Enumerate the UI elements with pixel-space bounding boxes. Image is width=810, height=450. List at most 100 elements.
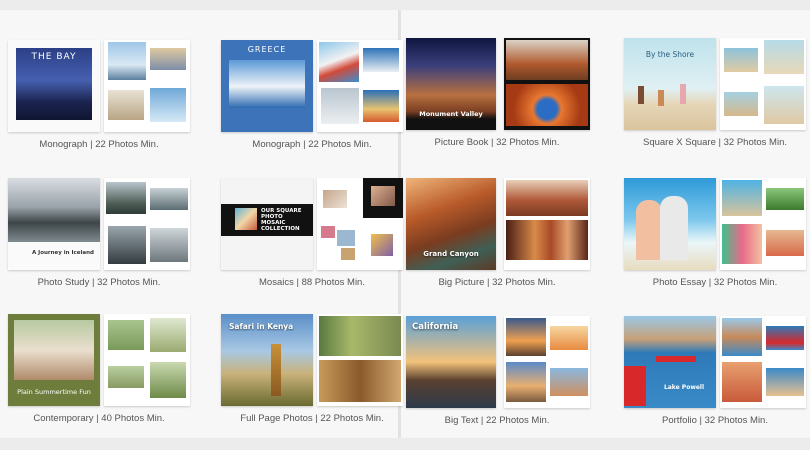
spread-photo <box>371 186 395 206</box>
book-preview[interactable] <box>624 178 806 270</box>
spread-photo <box>506 40 588 80</box>
cover-photo-giraffe <box>271 344 281 396</box>
book-spread <box>104 40 190 132</box>
book-spread <box>104 314 190 406</box>
book-cover: Plain Summertime Fun <box>8 314 100 406</box>
book-preview[interactable]: Grand Canyon <box>406 178 590 270</box>
book-cover: California <box>406 316 496 408</box>
book-preview[interactable]: Safari in Kenya <box>221 314 403 406</box>
spread-photo <box>341 248 355 260</box>
cover-photo-kayak <box>656 356 696 362</box>
spread-photo <box>724 48 758 72</box>
book-cover: OUR SQUARE PHOTO MOSAIC COLLECTION <box>221 178 313 270</box>
spread-photo <box>319 316 401 356</box>
book-spread <box>317 314 403 406</box>
spread-photo <box>106 182 146 214</box>
spread-photo <box>550 368 588 396</box>
spread-photo <box>506 220 588 260</box>
book-preview[interactable]: OUR SQUARE PHOTO MOSAIC COLLECTION <box>221 178 403 270</box>
spread-photo <box>108 226 146 264</box>
cover-title: Monument Valley <box>419 110 483 118</box>
book-preview[interactable]: A Journey in Iceland <box>8 178 190 270</box>
spread-photo <box>506 84 588 126</box>
spread-photo <box>766 188 804 210</box>
theme-tile-picture-book[interactable]: Monument Valley Picture Book | 32 Photos… <box>406 38 596 168</box>
cover-title: California <box>412 322 459 332</box>
cover-photo-person <box>658 90 664 106</box>
spread-photo <box>550 326 588 350</box>
cover-title: Safari in Kenya <box>229 322 294 331</box>
book-preview[interactable]: By the Shore <box>624 38 806 130</box>
theme-caption: Picture Book | 32 Photos Min. <box>434 137 560 148</box>
theme-tile-monograph-greece[interactable]: GREECE Monograph | 22 Photos Min. <box>221 40 411 170</box>
book-preview[interactable]: California <box>406 316 590 408</box>
book-preview[interactable]: Lake Powell <box>624 316 806 408</box>
theme-tile-photo-study[interactable]: A Journey in Iceland Photo Study | 32 Ph… <box>8 178 198 308</box>
spread-photo <box>150 362 186 398</box>
theme-tile-big-text[interactable]: California Big Text | 22 Photos Min. <box>406 316 596 446</box>
cover-photo-iceland <box>8 178 100 242</box>
theme-caption: Photo Essay | 32 Photos Min. <box>652 277 778 288</box>
spread-photo <box>764 40 804 74</box>
book-cover <box>624 178 716 270</box>
spread-photo <box>722 318 762 356</box>
spread-photo <box>108 90 144 120</box>
book-cover: Lake Powell <box>624 316 716 408</box>
spread-photo <box>506 318 546 356</box>
spread-photo <box>363 48 399 72</box>
book-cover: GREECE <box>221 40 313 132</box>
book-preview[interactable]: GREECE <box>221 40 403 132</box>
cover-photo-mosaic <box>235 208 257 230</box>
theme-caption: Big Text | 22 Photos Min. <box>444 415 550 426</box>
spread-photo <box>722 362 762 402</box>
spread-photo <box>150 88 186 122</box>
book-spread <box>504 178 590 270</box>
spread-photo <box>150 48 186 70</box>
cover-photo-person <box>660 196 688 260</box>
theme-caption: Monograph | 22 Photos Min. <box>252 139 372 150</box>
book-spread <box>317 40 403 132</box>
cover-title: Lake Powell <box>663 384 705 391</box>
spread-photo <box>766 326 804 350</box>
book-cover: Monument Valley <box>406 38 496 130</box>
spread-photo <box>108 320 144 350</box>
cover-photo-santorini <box>229 60 305 108</box>
book-spread <box>104 178 190 270</box>
spread-photo <box>766 368 804 396</box>
cover-title: GREECE <box>247 45 287 54</box>
spread-photo <box>764 86 804 124</box>
spread-photo <box>321 88 359 124</box>
cover-title: Grand Canyon <box>423 250 479 258</box>
book-cover: Safari in Kenya <box>221 314 313 406</box>
theme-tile-full-page-photos[interactable]: Safari in Kenya Full Page Photos | 22 Ph… <box>221 314 411 444</box>
theme-tile-big-picture[interactable]: Grand Canyon Big Picture | 32 Photos Min… <box>406 178 596 308</box>
cover-photo-person <box>680 84 686 104</box>
spread-photo <box>319 42 359 82</box>
book-cover: THE BAY <box>8 40 100 132</box>
book-preview[interactable]: Plain Summertime Fun <box>8 314 190 406</box>
cover-title: THE BAY <box>31 52 77 62</box>
theme-tile-photo-essay[interactable]: Photo Essay | 32 Photos Min. <box>624 178 810 308</box>
theme-tile-monograph[interactable]: THE BAY Monograph | 22 Photos Min. <box>8 40 198 170</box>
cover-photo-family <box>14 320 94 380</box>
theme-tile-portfolio[interactable]: Lake Powell Portfolio | 32 Photos Min. <box>624 316 810 446</box>
spread-photo <box>108 366 144 388</box>
spread-photo <box>766 230 804 256</box>
theme-caption: Square X Square | 32 Photos Min. <box>643 137 787 148</box>
book-preview[interactable]: THE BAY <box>8 40 190 132</box>
theme-caption: Portfolio | 32 Photos Min. <box>662 415 768 426</box>
theme-tile-mosaics[interactable]: OUR SQUARE PHOTO MOSAIC COLLECTION Mosai… <box>221 178 411 308</box>
cover-title: A Journey in Iceland <box>32 250 94 256</box>
spread-photo <box>722 224 762 264</box>
spread-photo <box>724 92 758 116</box>
theme-tile-square-x-square[interactable]: By the Shore Square X Square | 32 Photos… <box>624 38 810 168</box>
theme-caption: Photo Study | 32 Photos Min. <box>37 277 161 288</box>
book-spread <box>720 316 806 408</box>
spread-photo <box>506 180 588 216</box>
theme-tile-contemporary[interactable]: Plain Summertime Fun Contemporary | 40 P… <box>8 314 198 444</box>
cover-title: By the Shore <box>645 50 695 59</box>
spread-photo <box>319 360 401 402</box>
book-preview[interactable]: Monument Valley <box>406 38 590 130</box>
cover-photo-person <box>638 86 644 104</box>
book-cover: By the Shore <box>624 38 716 130</box>
